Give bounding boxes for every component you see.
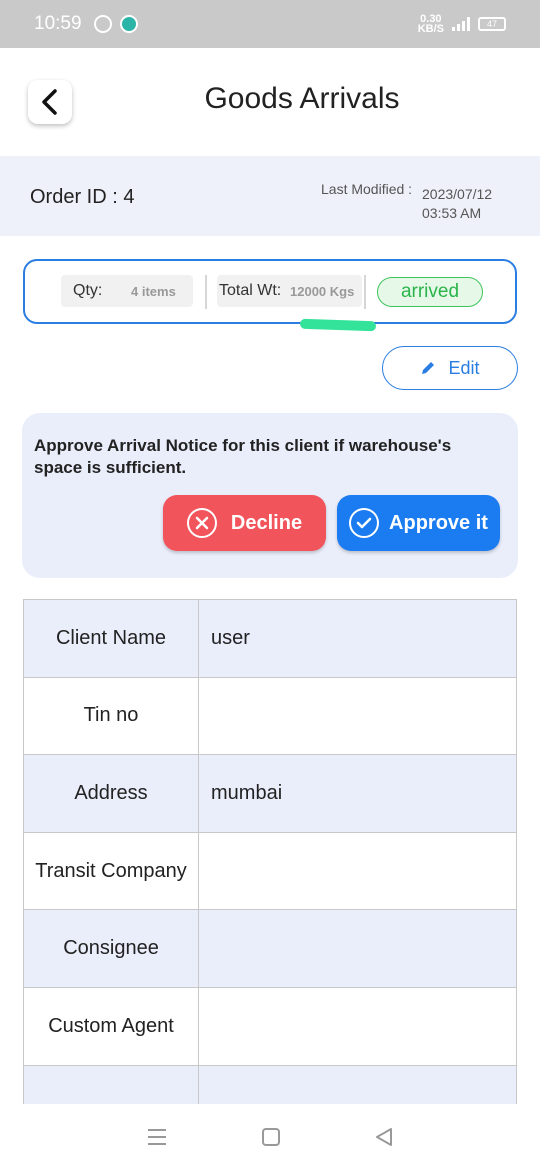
qty-value: 4 items [131, 284, 176, 299]
battery-icon: 47 [478, 17, 506, 31]
whatsapp-icon [93, 15, 112, 33]
status-badge: arrived [377, 277, 483, 307]
last-modified-value: 2023/07/12 03:53 AM [422, 185, 492, 223]
row-value: user [198, 599, 517, 678]
divider [364, 275, 366, 309]
chat-app-icon [119, 15, 138, 33]
approve-button[interactable]: Approve it [337, 495, 500, 551]
recent-apps-icon[interactable] [146, 1127, 168, 1147]
order-info-band: Order ID : 4 Last Modified : 2023/07/12 … [0, 156, 540, 236]
approve-label: Approve it [389, 511, 488, 534]
edit-label: Edit [448, 357, 480, 378]
pencil-icon [422, 362, 435, 374]
row-key: Address [23, 754, 199, 833]
last-modified-time: 03:53 AM [422, 205, 482, 221]
row-value [198, 909, 517, 988]
qty-label: Qty: [73, 282, 103, 299]
row-key: Transit Company [23, 831, 199, 911]
row-key: Tin no [23, 676, 199, 756]
header: Goods Arrivals [0, 48, 540, 156]
system-nav-bar [0, 1104, 540, 1170]
page-title: Goods Arrivals [204, 82, 400, 115]
network-speed-unit: KB/S [417, 23, 444, 35]
decline-label: Decline [230, 511, 303, 534]
table-row: Client Name user [23, 599, 517, 678]
row-key: Client Name [23, 599, 199, 678]
weight-chip: Total Wt: 12000 Kgs [217, 275, 362, 307]
notification-icons [93, 15, 138, 33]
approval-message: Approve Arrival Notice for this client i… [34, 436, 452, 477]
network-speed: 0.30 KB/S [417, 14, 444, 35]
row-value: mumbai [198, 754, 517, 833]
weight-label: Total Wt: [219, 282, 282, 299]
decline-button[interactable]: Decline [163, 495, 326, 551]
details-table: Client Name user Tin no Address mumbai T… [23, 599, 517, 1144]
status-time: 10:59 [34, 13, 82, 34]
row-key: Consignee [23, 909, 199, 988]
home-icon[interactable] [261, 1127, 281, 1147]
close-circle-icon [186, 508, 217, 538]
row-value [198, 676, 517, 756]
status-right: 0.30 KB/S 47 [417, 14, 506, 35]
approval-card: Approve Arrival Notice for this client i… [22, 413, 518, 578]
row-value [198, 986, 517, 1066]
qty-chip: Qty: 4 items [61, 275, 193, 307]
check-circle-icon [349, 508, 380, 538]
highlight-mark [299, 318, 377, 332]
last-modified-date: 2023/07/12 [422, 186, 493, 202]
summary-box: Qty: 4 items Total Wt: 12000 Kgs arrived [23, 259, 517, 324]
table-row: Tin no [23, 676, 517, 756]
last-modified-label: Last Modified : [321, 181, 413, 197]
signal-icon [452, 17, 470, 31]
table-row: Custom Agent [23, 986, 517, 1066]
row-value [198, 831, 517, 911]
row-key: Custom Agent [23, 986, 199, 1066]
edit-button[interactable]: Edit [382, 346, 518, 390]
battery-level: 47 [486, 19, 497, 29]
order-id: Order ID : 4 [30, 186, 135, 208]
divider [205, 275, 207, 309]
table-row: Address mumbai [23, 754, 517, 833]
table-row: Consignee [23, 909, 517, 988]
table-row: Transit Company [23, 831, 517, 911]
status-bar: 10:59 0.30 KB/S 47 [0, 0, 540, 48]
weight-value: 12000 Kgs [290, 284, 355, 299]
back-nav-icon[interactable] [374, 1127, 394, 1147]
